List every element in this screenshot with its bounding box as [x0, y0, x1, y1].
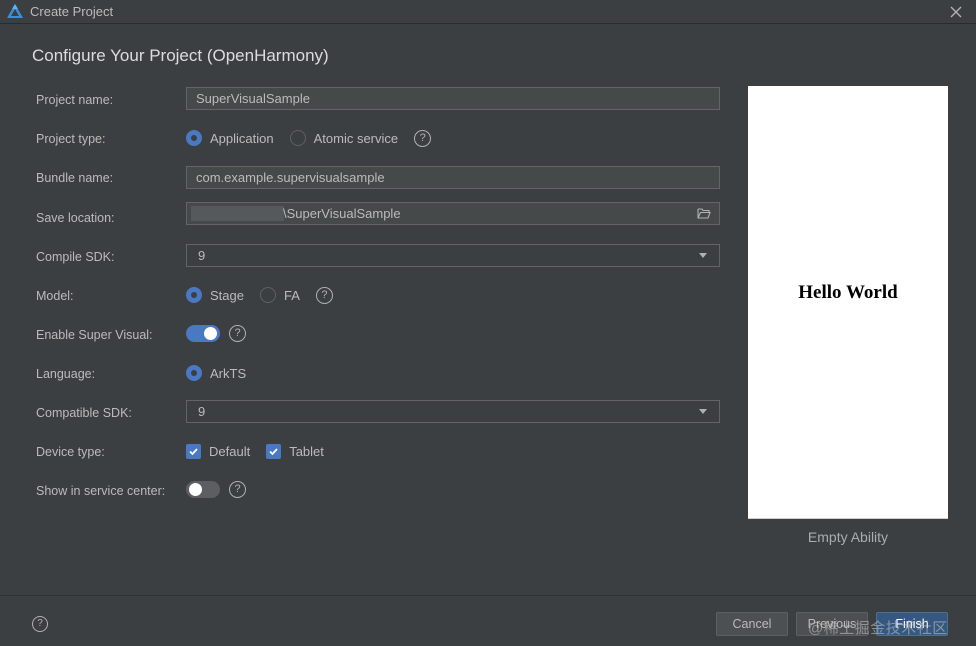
title-bar: Create Project	[0, 0, 976, 24]
project-type-application-label[interactable]: Application	[210, 131, 274, 146]
compatible-sdk-value: 9	[198, 404, 206, 419]
cancel-button[interactable]: Cancel	[716, 612, 788, 636]
redacted-path	[191, 206, 284, 221]
model-label: Model:	[36, 289, 74, 303]
language-arkts-radio[interactable]	[186, 365, 202, 381]
compatible-sdk-label: Compatible SDK:	[36, 406, 132, 420]
bundle-name-label: Bundle name:	[36, 171, 114, 185]
enable-super-visual-toggle[interactable]	[186, 324, 220, 342]
help-icon[interactable]: ?	[229, 480, 246, 498]
toggle-knob	[204, 326, 217, 340]
previous-button[interactable]: Previous	[796, 612, 868, 636]
chevron-down-icon	[699, 409, 707, 414]
project-name-label: Project name:	[36, 93, 114, 107]
model-stage-radio[interactable]	[186, 287, 202, 303]
compatible-sdk-select[interactable]: 9	[186, 400, 720, 423]
bundle-name-input[interactable]	[186, 166, 720, 189]
preview-hello-text: Hello World	[798, 282, 898, 303]
help-icon[interactable]: ?	[414, 129, 432, 147]
save-location-label: Save location:	[36, 211, 115, 225]
show-in-service-center-toggle[interactable]	[186, 480, 220, 498]
folder-icon[interactable]	[697, 207, 711, 220]
template-preview: Hello World	[748, 86, 948, 519]
enable-super-visual-group: ?	[186, 323, 246, 343]
compile-sdk-label: Compile SDK:	[36, 250, 115, 264]
compile-sdk-value: 9	[198, 248, 206, 263]
help-icon[interactable]: ?	[315, 286, 333, 304]
deveco-logo-icon	[7, 4, 23, 18]
checkmark-icon	[189, 447, 198, 455]
language-label: Language:	[36, 367, 96, 381]
chevron-down-icon	[699, 253, 707, 258]
project-type-group: Application Atomic service ?	[186, 128, 432, 148]
project-name-input[interactable]	[186, 87, 720, 110]
close-icon[interactable]	[947, 3, 965, 21]
device-type-label: Device type:	[36, 445, 105, 459]
model-stage-label[interactable]: Stage	[210, 288, 244, 303]
project-type-atomic-label[interactable]: Atomic service	[314, 131, 399, 146]
model-group: Stage FA ?	[186, 285, 333, 305]
save-location-value: \SuperVisualSample	[283, 206, 401, 221]
template-name: Empty Ability	[807, 529, 889, 545]
project-type-application-radio[interactable]	[186, 130, 202, 146]
enable-super-visual-label: Enable Super Visual:	[36, 328, 153, 342]
save-location-input[interactable]: \SuperVisualSample	[186, 202, 720, 225]
checkmark-icon	[269, 447, 278, 455]
language-group: ArkTS	[186, 363, 262, 383]
finish-button[interactable]: Finish	[876, 612, 948, 636]
project-type-label: Project type:	[36, 132, 106, 146]
device-default-checkbox[interactable]	[186, 443, 201, 459]
help-icon[interactable]: ?	[229, 324, 246, 342]
help-icon[interactable]: ?	[32, 616, 48, 632]
device-default-label[interactable]: Default	[209, 444, 250, 459]
page-title: Configure Your Project (OpenHarmony)	[32, 46, 329, 65]
device-tablet-label[interactable]: Tablet	[289, 444, 324, 459]
show-in-service-center-label: Show in service center:	[36, 484, 166, 498]
device-type-group: Default Tablet	[186, 441, 340, 461]
device-tablet-checkbox[interactable]	[266, 443, 282, 459]
toggle-knob	[189, 482, 202, 496]
window-title: Create Project	[30, 4, 114, 19]
project-type-atomic-radio[interactable]	[289, 130, 306, 146]
footer-divider	[0, 595, 976, 596]
language-arkts-label[interactable]: ArkTS	[210, 366, 246, 381]
model-fa-label[interactable]: FA	[284, 288, 300, 303]
show-in-service-center-group: ?	[186, 479, 246, 499]
compile-sdk-select[interactable]: 9	[186, 244, 720, 267]
model-fa-radio[interactable]	[259, 287, 276, 303]
